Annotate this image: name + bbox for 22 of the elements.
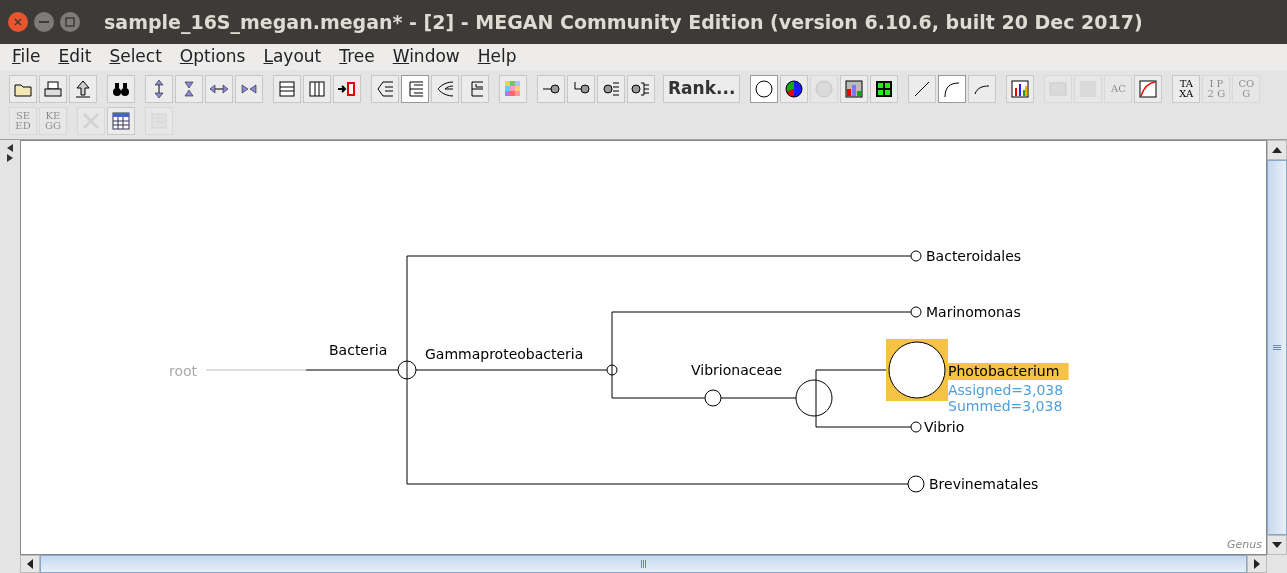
- node-label: Marinomonas: [926, 304, 1021, 320]
- summed-count: Summed=3,038: [948, 398, 1063, 414]
- node-label: root: [169, 363, 198, 379]
- menu-item[interactable]: Select: [103, 44, 168, 70]
- menu-item[interactable]: Help: [471, 44, 523, 70]
- assigned-count: Assigned=3,038: [948, 382, 1064, 398]
- toolbar-button[interactable]: TA XA: [1172, 75, 1201, 103]
- window-title: sample_16S_megan.megan* - [2] - MEGAN Community Edition (version 6.10.6, built 20 Dec 2017): [104, 9, 1143, 36]
- menu-item[interactable]: Layout: [257, 44, 328, 70]
- node-label: Bacteria: [329, 342, 388, 358]
- menu-item[interactable]: Edit: [52, 44, 98, 70]
- menu-item[interactable]: Tree: [333, 44, 381, 70]
- menu-item[interactable]: Window: [386, 44, 466, 70]
- menu-item[interactable]: Options: [173, 44, 252, 70]
- rank-label: Genus: [1227, 536, 1262, 553]
- node-label: Gammaproteobacteria: [425, 346, 584, 362]
- node-label: Brevinematales: [929, 476, 1039, 492]
- rank-button[interactable]: Rank...: [663, 75, 741, 103]
- menu-item[interactable]: File: [6, 44, 47, 70]
- node-label: Vibrio: [924, 419, 965, 435]
- node-label: Vibrionaceae: [691, 362, 783, 378]
- node-label: Bacteroidales: [926, 248, 1022, 264]
